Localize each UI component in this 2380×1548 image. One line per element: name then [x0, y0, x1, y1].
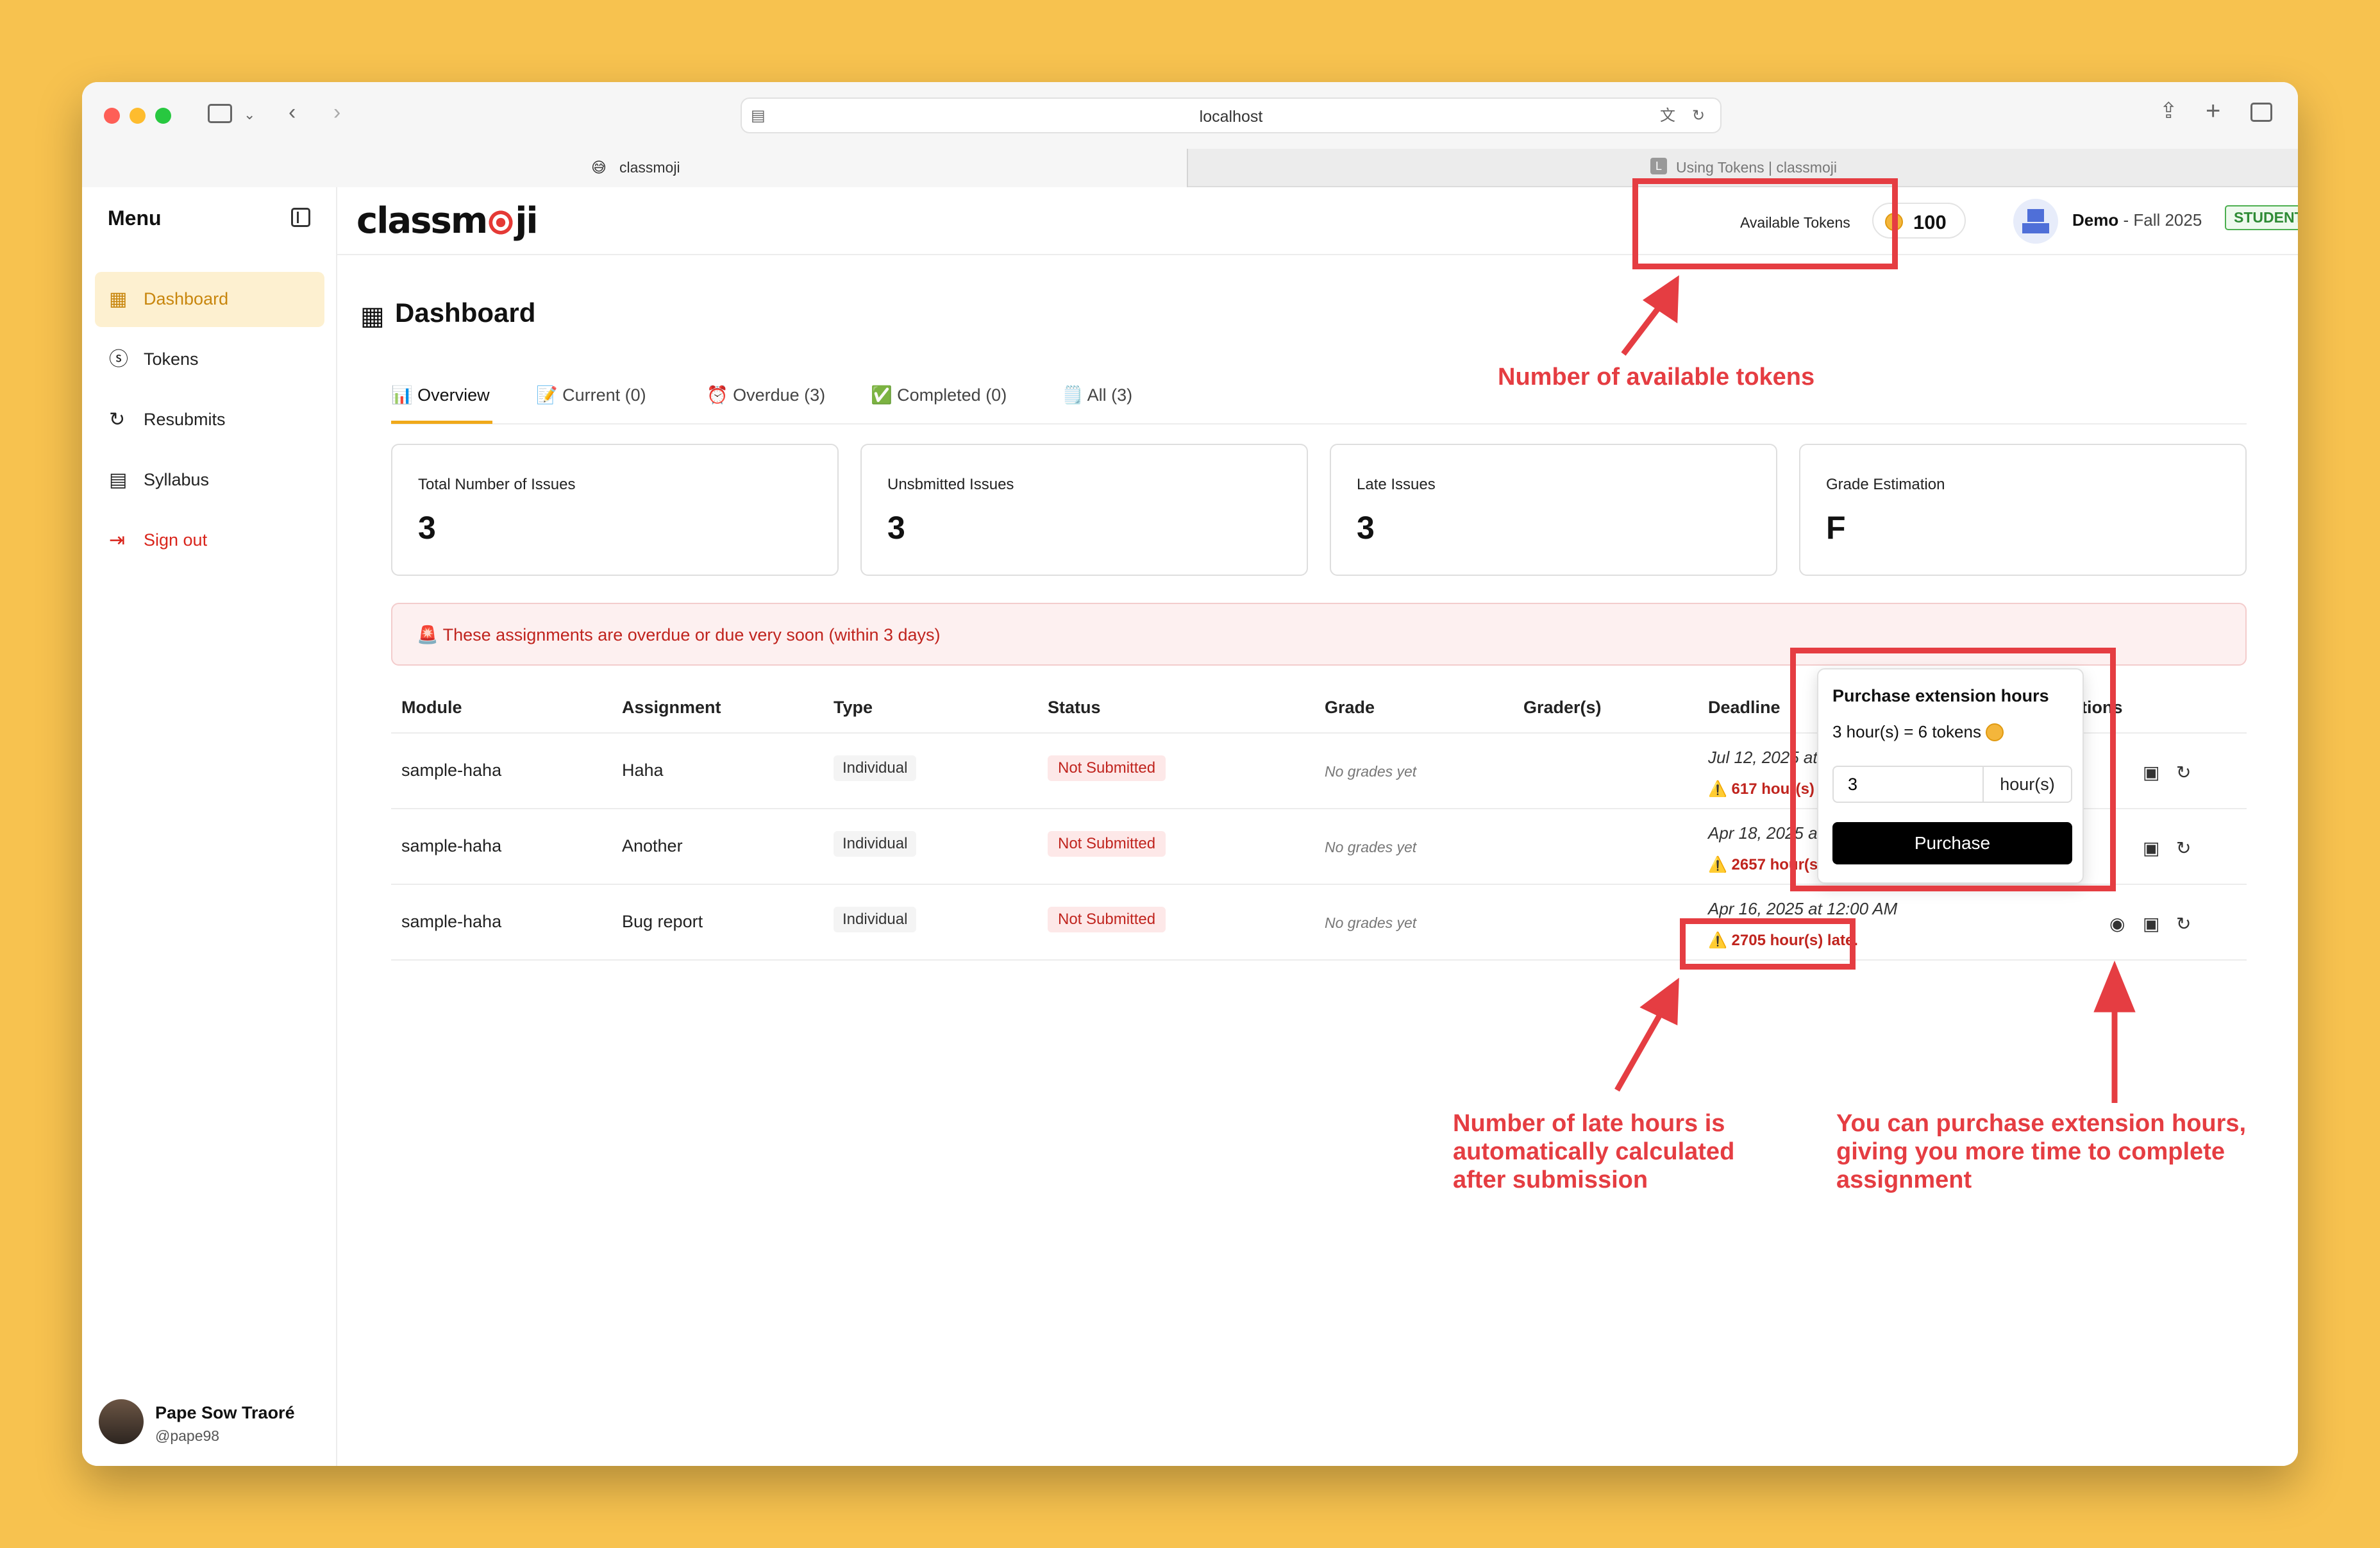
annotation-extension: You can purchase extension hours, giving…: [1836, 1109, 2246, 1194]
annotation-tokens: Number of available tokens: [1498, 364, 1815, 391]
late-arrow-head: [1639, 977, 1679, 1026]
annotation-line: You can purchase extension hours,: [1836, 1110, 2247, 1137]
annotation-late-hours: Number of late hours is automatically ca…: [1453, 1109, 1734, 1194]
extension-arrow-head: [2093, 961, 2136, 1013]
annotation-line: Number of late hours is: [1453, 1110, 1725, 1137]
annotation-arrows: [1614, 275, 2136, 1103]
annotation-line: giving you more time to complete: [1836, 1138, 2225, 1165]
annotation-line: automatically calculated: [1453, 1138, 1735, 1165]
late-arrow: [1614, 1005, 1667, 1092]
annotation-line: after submission: [1453, 1166, 1648, 1193]
annotation-line: assignment: [1836, 1166, 1972, 1193]
